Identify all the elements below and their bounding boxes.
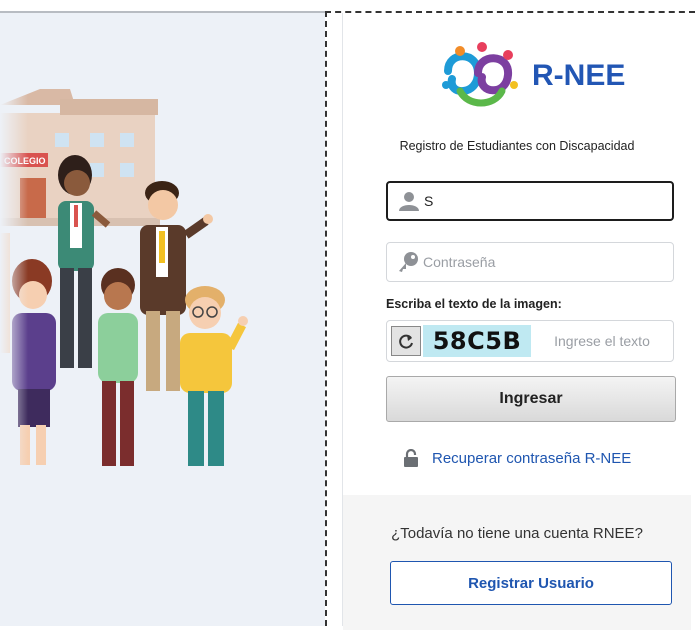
password-placeholder: Contraseña (423, 254, 496, 270)
person-boy-yellow-icon (180, 286, 248, 466)
register-section: ¿Todavía no tiene una cuenta RNEE? Regis… (343, 495, 691, 630)
brand-name: R-NEE (532, 59, 626, 92)
rnee-logo-icon (442, 42, 518, 107)
lock-icon (403, 449, 419, 467)
user-icon (394, 191, 424, 211)
login-card: R-NEE Registro de Estudiantes con Discap… (325, 11, 695, 630)
password-field[interactable]: Contraseña (386, 242, 674, 282)
students-illustration: COLEGIO (0, 89, 248, 466)
captcha-input[interactable]: Ingrese el texto (531, 333, 673, 349)
username-value: S (424, 193, 434, 209)
left-bottom-panel (0, 511, 327, 626)
username-field[interactable]: S (386, 181, 674, 221)
register-button[interactable]: Registrar Usuario (390, 561, 672, 605)
left-fade (0, 13, 28, 511)
page-subtitle: Registro de Estudiantes con Discapacidad (399, 139, 635, 153)
recover-password-link[interactable]: Recuperar contraseña R-NEE (403, 449, 631, 467)
captcha-label: Escriba el texto de la imagen: (386, 297, 562, 311)
login-form: R-NEE Registro de Estudiantes con Discap… (342, 13, 691, 630)
captcha-image: 58C5B (423, 325, 531, 357)
illustration-panel: COLEGIO (0, 11, 327, 513)
key-icon (393, 251, 423, 273)
recover-password-label: Recuperar contraseña R-NEE (432, 449, 632, 467)
no-account-prompt: ¿Todavía no tiene una cuenta RNEE? (391, 525, 643, 542)
person-girl-green-icon (98, 268, 138, 466)
login-button[interactable]: Ingresar (386, 376, 676, 422)
brand-logo: R-NEE (438, 41, 625, 111)
captcha-row: 58C5B Ingrese el texto (386, 320, 674, 362)
refresh-icon[interactable] (391, 326, 421, 356)
